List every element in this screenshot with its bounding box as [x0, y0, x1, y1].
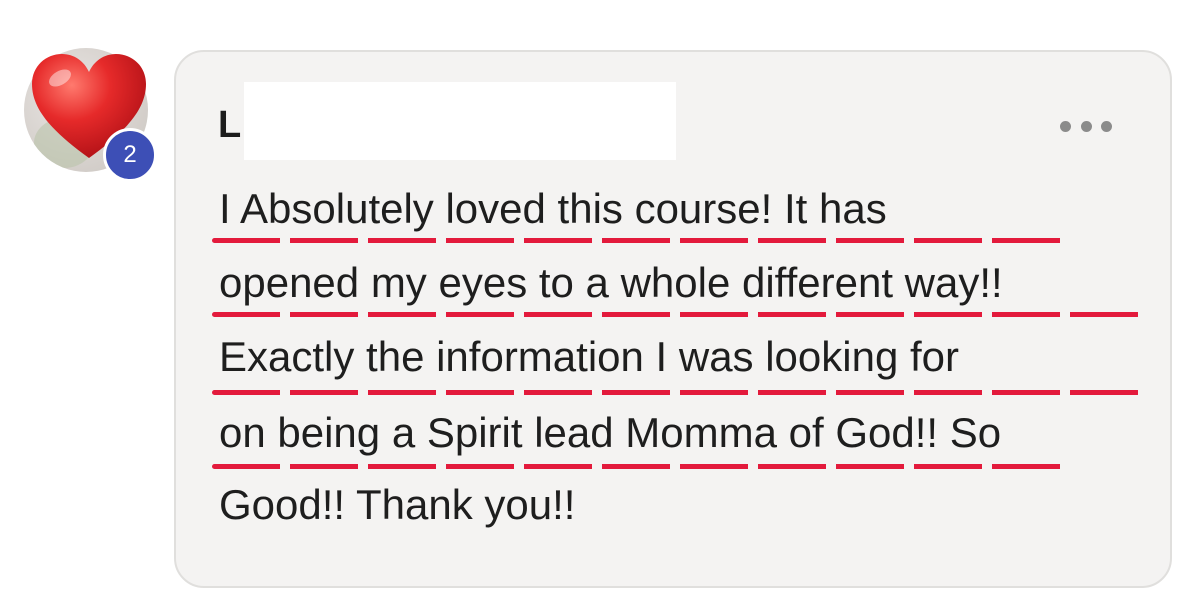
comment-bubble: L I Absolutely loved this course! It has… [174, 50, 1172, 588]
author-name[interactable]: L [218, 104, 241, 147]
comment-line-3: Exactly the information I was looking fo… [219, 333, 960, 380]
comment-line-4: on being a Spirit lead Momma of God!! So [219, 409, 1002, 456]
highlight-underline-1 [212, 238, 1066, 243]
more-options-icon[interactable] [1060, 114, 1112, 138]
dot [1060, 120, 1071, 132]
highlight-underline-4 [212, 464, 1066, 469]
dot [1080, 120, 1092, 132]
dot [1101, 120, 1112, 132]
comment-line-5: Good!! Thank you!! [219, 481, 576, 528]
comment-line-1: I Absolutely loved this course! It has [219, 185, 887, 232]
redacted-name-block [244, 82, 676, 160]
reaction-count-badge: 2 [103, 128, 157, 182]
highlight-underline-3 [212, 390, 1140, 395]
comment-stage: 2 L I Absolutely loved this course! It h… [0, 0, 1200, 615]
highlight-underline-2 [212, 312, 1140, 317]
comment-line-2: opened my eyes to a whole different way!… [219, 259, 1003, 306]
